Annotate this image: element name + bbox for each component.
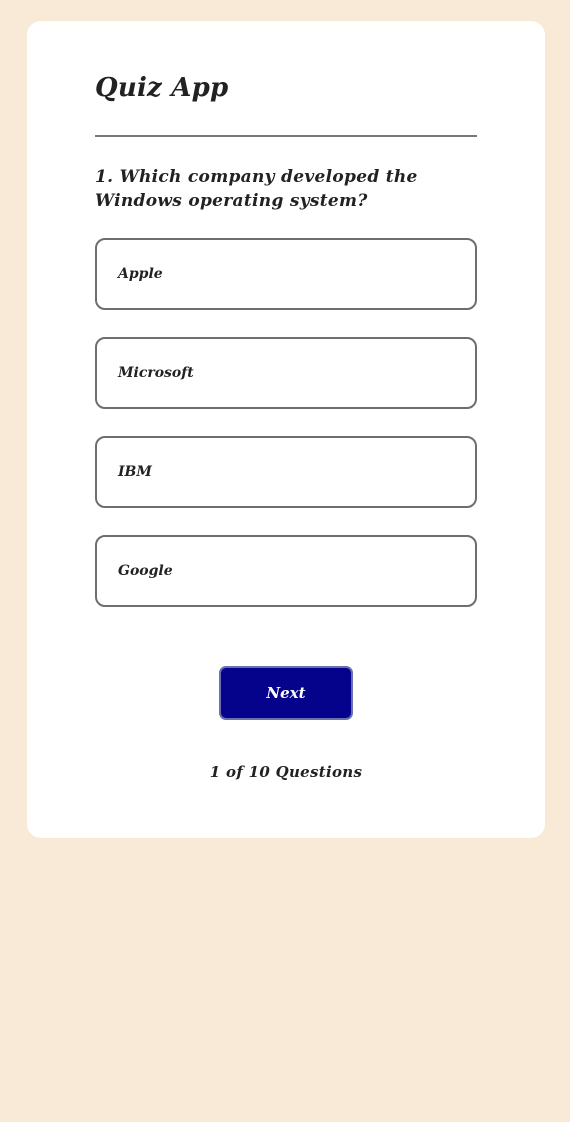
answer-option-ibm[interactable]: IBM	[95, 436, 477, 508]
question-counter: 1 of 10 Questions	[209, 763, 363, 781]
title-divider	[95, 135, 477, 137]
answer-options: Apple Microsoft IBM Google	[95, 238, 477, 634]
question-text: 1. Which company developed the Windows o…	[95, 167, 418, 211]
answer-option-microsoft[interactable]: Microsoft	[95, 337, 477, 409]
answer-option-apple[interactable]: Apple	[95, 238, 477, 310]
next-button[interactable]: Next	[219, 666, 353, 720]
quiz-card: Quiz App 1. Which company developed the …	[27, 21, 545, 838]
app-title: Quiz App	[95, 73, 229, 103]
answer-option-google[interactable]: Google	[95, 535, 477, 607]
